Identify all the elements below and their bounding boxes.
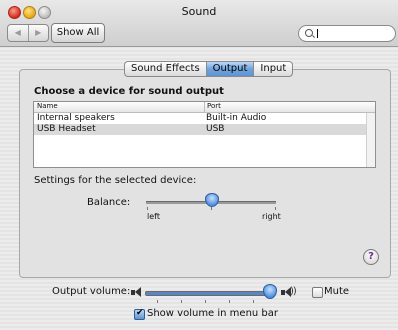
column-header-name[interactable]: Name (37, 102, 58, 110)
search-input[interactable] (317, 27, 387, 39)
volume-slider-knob[interactable] (263, 284, 277, 299)
show-all-button[interactable]: Show All (51, 23, 105, 43)
column-header-port[interactable]: Port (204, 102, 221, 112)
sound-preferences-window: Sound ◀ ▶ Show All Sound Effects Output … (0, 0, 398, 330)
volume-tick (157, 300, 158, 303)
device-table: Name Port Internal speakers Built-in Aud… (33, 101, 376, 168)
mute-label[interactable]: Mute (324, 286, 349, 297)
volume-tick (181, 300, 182, 303)
tab-sound-effects[interactable]: Sound Effects (124, 61, 206, 77)
tab-output[interactable]: Output (205, 61, 254, 77)
back-forward-control: ◀ ▶ (7, 24, 49, 42)
window-title: Sound (181, 5, 217, 18)
device-port: USB (206, 124, 225, 134)
volume-tick (229, 300, 230, 303)
device-port: Built-in Audio (206, 113, 267, 123)
magnifier-icon (305, 29, 313, 37)
volume-tick (253, 300, 254, 303)
back-button[interactable]: ◀ (8, 25, 29, 41)
table-row-selected[interactable]: USB Headset USB (34, 124, 375, 135)
text-cursor (317, 29, 318, 38)
volume-tick (205, 300, 206, 303)
table-row[interactable]: Internal speakers Built-in Audio (34, 113, 375, 124)
tab-input[interactable]: Input (253, 61, 294, 77)
balance-tick (147, 207, 148, 210)
choose-device-heading: Choose a device for sound output (34, 86, 224, 97)
volume-slider-track[interactable] (145, 291, 271, 296)
device-name: Internal speakers (37, 113, 115, 123)
help-button[interactable]: ? (363, 249, 379, 265)
output-volume-label: Output volume: (52, 286, 131, 297)
table-header: Name Port (34, 102, 375, 113)
tab-bar: Sound Effects Output Input (124, 61, 294, 77)
show-volume-menu-bar-checkbox[interactable] (134, 308, 145, 320)
balance-left-label: left (147, 212, 160, 221)
sound-waves-icon: )) (290, 286, 297, 297)
balance-tick (275, 207, 276, 210)
balance-right-label: right (262, 212, 281, 221)
table-scrollbar[interactable] (366, 113, 375, 167)
title-bar: Sound ◀ ▶ Show All (0, 0, 398, 47)
mute-checkbox[interactable] (312, 287, 323, 298)
forward-button[interactable]: ▶ (29, 25, 49, 41)
device-name: USB Headset (37, 124, 96, 134)
device-settings-label: Settings for the selected device: (34, 175, 197, 186)
search-field[interactable] (298, 25, 396, 42)
balance-label: Balance: (87, 197, 131, 208)
balance-tick (211, 207, 212, 210)
show-volume-menu-bar-label[interactable]: Show volume in menu bar (147, 308, 278, 319)
